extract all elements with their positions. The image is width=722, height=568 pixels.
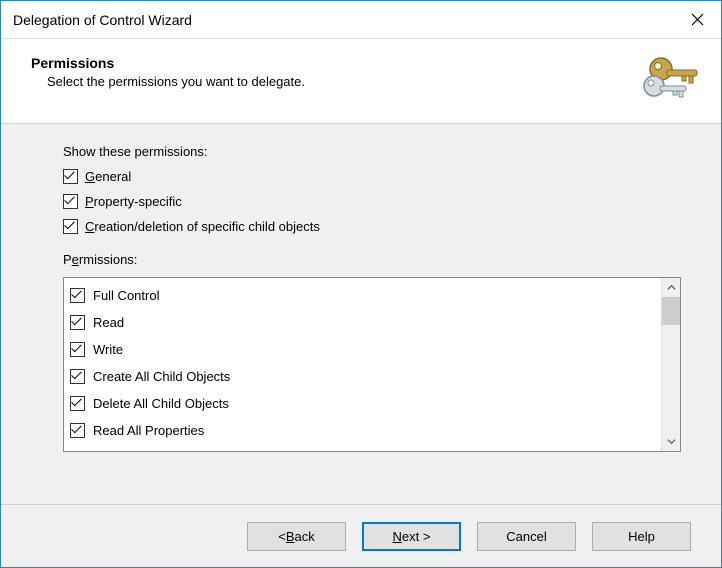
wizard-content: Show these permissions: General Property-… <box>1 124 721 505</box>
show-permission-checkbox[interactable]: Property-specific <box>63 194 681 209</box>
checkbox-label: General <box>85 169 131 184</box>
checkbox-icon <box>70 342 85 357</box>
checkbox-icon <box>63 169 78 184</box>
help-button[interactable]: Help <box>592 522 691 551</box>
show-permissions-group: General Property-specific Creation/deletio… <box>63 169 681 234</box>
checkbox-icon <box>70 315 85 330</box>
chevron-up-icon <box>667 283 676 292</box>
wizard-footer: < Back Next > Cancel Help <box>1 505 721 567</box>
wizard-header: Permissions Select the permissions you w… <box>1 39 721 124</box>
permission-label: Read <box>93 315 124 330</box>
permission-item[interactable]: Create All Child Objects <box>70 363 655 390</box>
show-permission-checkbox[interactable]: General <box>63 169 681 184</box>
checkbox-label: Creation/deletion of specific child obje… <box>85 219 320 234</box>
wizard-window: Delegation of Control Wizard Permissions… <box>0 0 722 568</box>
page-title: Permissions <box>31 55 305 71</box>
checkbox-icon <box>70 423 85 438</box>
permission-item[interactable]: Read All Properties <box>70 417 655 444</box>
scrollbar[interactable] <box>661 278 680 451</box>
titlebar: Delegation of Control Wizard <box>1 1 721 39</box>
permission-label: Read All Properties <box>93 423 204 438</box>
back-button[interactable]: < Back <box>247 522 346 551</box>
close-icon <box>691 13 704 26</box>
page-subtitle: Select the permissions you want to deleg… <box>47 74 305 89</box>
permission-item[interactable]: Write <box>70 336 655 363</box>
show-permission-checkbox[interactable]: Creation/deletion of specific child obje… <box>63 219 681 234</box>
checkbox-icon <box>63 219 78 234</box>
permission-label: Create All Child Objects <box>93 369 230 384</box>
scroll-track[interactable] <box>662 297 680 432</box>
checkbox-icon <box>63 194 78 209</box>
cancel-button[interactable]: Cancel <box>477 522 576 551</box>
permissions-label: Permissions: <box>63 252 681 267</box>
scroll-up-button[interactable] <box>662 278 680 297</box>
checkbox-icon <box>70 369 85 384</box>
window-title: Delegation of Control Wizard <box>13 12 192 28</box>
permission-label: Delete All Child Objects <box>93 396 229 411</box>
checkbox-icon <box>70 396 85 411</box>
keys-icon <box>641 53 703 107</box>
permissions-list-inner: Full Control Read Write Create All Child Ob… <box>64 278 661 451</box>
permissions-listbox[interactable]: Full Control Read Write Create All Child Ob… <box>63 277 681 452</box>
scroll-down-button[interactable] <box>662 432 680 451</box>
chevron-down-icon <box>667 437 676 446</box>
next-button[interactable]: Next > <box>362 522 461 551</box>
permission-item[interactable]: Full Control <box>70 282 655 309</box>
checkbox-icon <box>70 288 85 303</box>
show-permissions-label: Show these permissions: <box>63 144 681 159</box>
scroll-thumb[interactable] <box>662 297 680 325</box>
close-button[interactable] <box>673 1 721 38</box>
checkbox-label: Property-specific <box>85 194 182 209</box>
permission-item[interactable]: Read <box>70 309 655 336</box>
permission-item[interactable]: Delete All Child Objects <box>70 390 655 417</box>
permission-label: Full Control <box>93 288 159 303</box>
permission-label: Write <box>93 342 123 357</box>
